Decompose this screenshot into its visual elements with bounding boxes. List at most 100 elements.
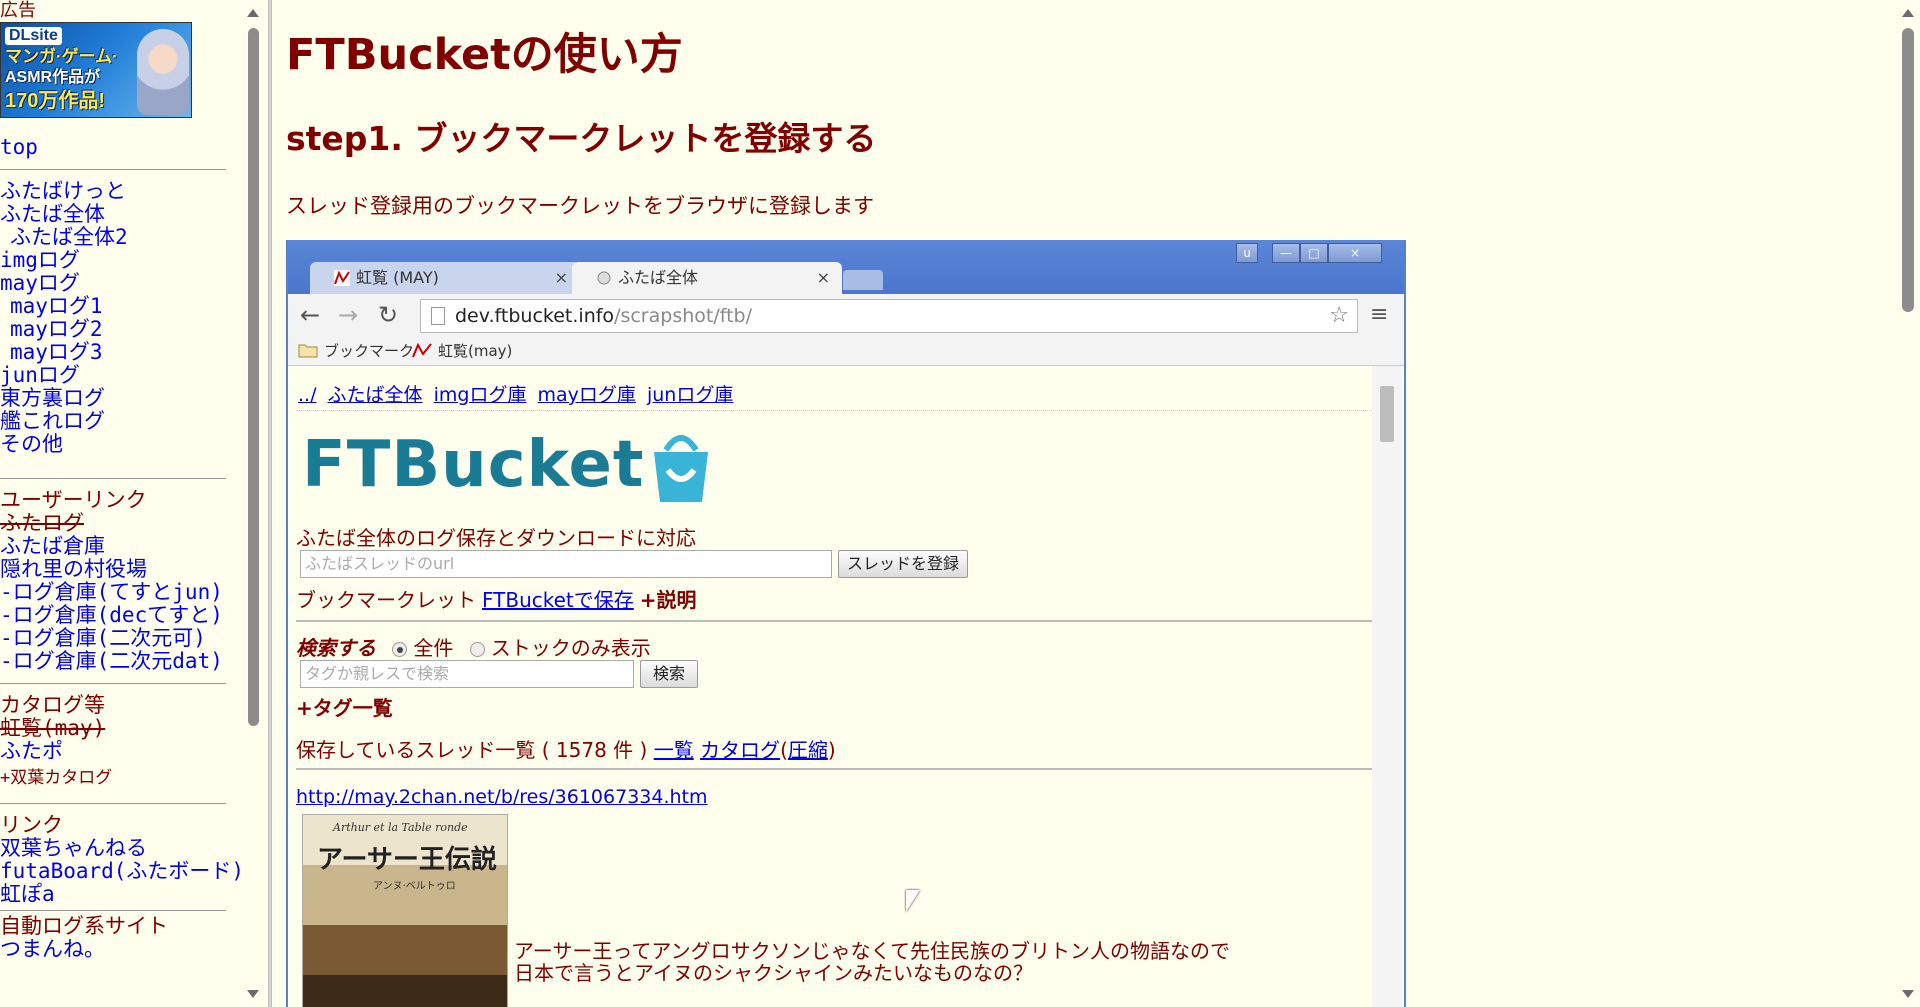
ad-line-2: ASMR作品が — [5, 69, 101, 86]
sidebar-link[interactable]: 虹ぽa — [0, 883, 246, 906]
page-icon — [431, 307, 445, 325]
inner-scrollbar-thumb — [1380, 386, 1394, 442]
scrollbar-thumb[interactable] — [1902, 28, 1914, 312]
back-arrow-icon: ← — [300, 301, 321, 329]
bucket-logo-icon — [654, 435, 708, 502]
sidebar-link[interactable]: mayログ — [0, 272, 246, 295]
window-titlebar: u — □ × 虹覧 (MAY) × ふたば全体 × — [288, 240, 1404, 294]
sidebar-link-struck: 虹覧(may) — [0, 716, 106, 740]
auto-log-heading: 自動ログ系サイト — [0, 914, 168, 938]
sidebar-link[interactable]: junログ — [0, 364, 246, 387]
sidebar-link[interactable]: imgログ — [0, 249, 246, 272]
thread-comment: アーサー王ってアングロサクソンじゃなくて先住民族のブリトン人の物語なので 日本で… — [514, 939, 1230, 985]
nav-link: junログ庫 — [646, 384, 734, 406]
radio-all — [392, 642, 408, 657]
nav-link: mayログ庫 — [537, 384, 636, 406]
sidebar-link[interactable]: futaBoard(ふたボード) — [0, 860, 246, 883]
ad-line-3: 170万作品! — [5, 90, 106, 112]
ad-line-1: マンガ·ゲーム· — [5, 47, 118, 66]
sidebar-link[interactable]: ふたばけっと — [0, 180, 246, 203]
tab-close-icon: × — [816, 268, 830, 287]
scroll-down-arrow-icon[interactable] — [1902, 990, 1914, 998]
ad-label: 広告 — [0, 0, 36, 21]
sidebar-link[interactable]: mayログ1 — [0, 295, 246, 318]
scroll-up-arrow-icon[interactable] — [1902, 9, 1914, 17]
ftbucket-logo: FTBucket — [302, 428, 645, 502]
divider — [0, 169, 226, 170]
sidebar-link[interactable]: 双葉ちゃんねる — [0, 837, 246, 860]
sidebar-link[interactable]: -ログ倉庫(二次元可) — [0, 627, 246, 650]
sidebar-link[interactable]: -ログ倉庫(てすとjun) — [0, 581, 246, 604]
sidebar-link[interactable]: ふたば倉庫 — [0, 535, 246, 558]
bookmark-folder: ブックマーク — [298, 336, 414, 366]
thread-link: http://may.2chan.net/b/res/361067334.htm — [296, 786, 708, 808]
sidebar-link[interactable]: ふたば全体2 — [0, 226, 246, 249]
search-button: 検索 — [640, 660, 698, 688]
sidebar-link[interactable]: 隠れ里の村役場 — [0, 558, 246, 581]
sidebar-link[interactable]: mayログ3 — [0, 341, 246, 364]
divider — [0, 803, 226, 804]
sidebar-link[interactable]: ふたポ — [0, 740, 246, 763]
page-favicon-icon — [597, 271, 611, 285]
divider — [0, 478, 226, 479]
minimize-icon: — — [1272, 243, 1300, 263]
star-icon: ☆ — [1329, 303, 1349, 328]
bookmarks-bar: ブックマーク 虹覧(may) — [288, 336, 1404, 366]
forward-arrow-icon: → — [338, 301, 359, 329]
nav-link: ../ — [298, 384, 317, 406]
scroll-up-arrow-icon[interactable] — [247, 9, 259, 17]
step1-heading: step1. ブックマークレットを登録する — [286, 119, 877, 158]
scrollbar-thumb[interactable] — [248, 28, 259, 726]
tab-futaba-all: ふたば全体 × — [572, 262, 842, 294]
maximize-icon: □ — [1300, 243, 1328, 263]
browser-screenshot-image: u — □ × 虹覧 (MAY) × ふたば全体 × ← → ↻ dev.ftb… — [286, 240, 1406, 1007]
tag-list-toggle: +タグ一覧 — [296, 696, 393, 720]
frame-divider[interactable] — [268, 0, 272, 1007]
sidebar-link[interactable]: mayログ2 — [0, 318, 246, 341]
ad-banner[interactable]: DLsite マンガ·ゲーム· ASMR作品が 170万作品! — [0, 22, 192, 118]
sidebar-link[interactable]: 東方裏ログ — [0, 387, 246, 410]
sidebar-link[interactable]: 艦これログ — [0, 410, 246, 433]
sidebar-scrollbar[interactable] — [244, 0, 262, 1007]
url-path: /scrapshot/ftb/ — [614, 305, 753, 327]
tab-label: 虹覧 (MAY) — [356, 268, 439, 287]
divider — [296, 768, 1372, 770]
step1-description: スレッド登録用のブックマークレットをブラウザに登録します — [286, 194, 874, 218]
ad-character-image — [137, 29, 189, 115]
futaba-catalog-toggle[interactable]: +双葉カタログ — [0, 763, 246, 793]
explain-toggle: +説明 — [639, 588, 697, 612]
main-scrollbar[interactable] — [1896, 0, 1920, 1007]
list-view-link: 一覧 — [653, 738, 694, 762]
new-tab-icon — [843, 270, 883, 290]
compress-link: 圧縮 — [787, 738, 828, 762]
bookmarklet-link: FTBucketで保存 — [482, 588, 634, 612]
divider — [0, 910, 226, 911]
scroll-down-arrow-icon[interactable] — [247, 990, 259, 998]
tag-search-input: タグか親レスで検索 — [300, 660, 634, 688]
sidebar: 広告 DLsite マンガ·ゲーム· ASMR作品が 170万作品! top ふ… — [0, 0, 246, 1007]
browser-toolbar: ← → ↻ dev.ftbucket.info/scrapshot/ftb/ ☆… — [288, 294, 1404, 336]
sidebar-link[interactable]: ふたば全体 — [0, 203, 246, 226]
register-thread-button: スレッドを登録 — [838, 550, 968, 578]
divider — [296, 620, 1372, 622]
sidebar-link[interactable]: つまんね。 — [0, 938, 246, 961]
sidebar-link[interactable]: -ログ倉庫(decてすと) — [0, 604, 246, 627]
divider — [0, 683, 226, 684]
tab-label: ふたば全体 — [618, 268, 699, 287]
sidebar-link[interactable]: その他 — [0, 433, 246, 456]
sidebar-link-top[interactable]: top — [0, 136, 246, 159]
close-icon: × — [1328, 243, 1382, 263]
search-label: 検索する — [296, 636, 376, 660]
links-heading: リンク — [0, 813, 63, 837]
ftbucket-page: ../ ふたば全体 imgログ庫 mayログ庫 junログ庫 FTBucket … — [288, 368, 1404, 1007]
divider — [296, 410, 1372, 411]
sidebar-link[interactable]: -ログ倉庫(二次元dat) — [0, 650, 246, 673]
inner-scrollbar — [1372, 366, 1402, 1007]
search-row: 検索する 全件 ストックのみ表示 — [296, 636, 651, 660]
ftbucket-nav: ../ ふたば全体 imgログ庫 mayログ庫 junログ庫 — [298, 380, 738, 407]
nav-link: ふたば全体 — [327, 384, 423, 406]
tab-niji-may: 虹覧 (MAY) × — [310, 262, 580, 294]
sidebar-link-struck: ふたログ — [0, 511, 84, 535]
user-links-heading: ユーザーリンク — [0, 488, 147, 512]
niji-favicon-icon — [412, 343, 432, 358]
